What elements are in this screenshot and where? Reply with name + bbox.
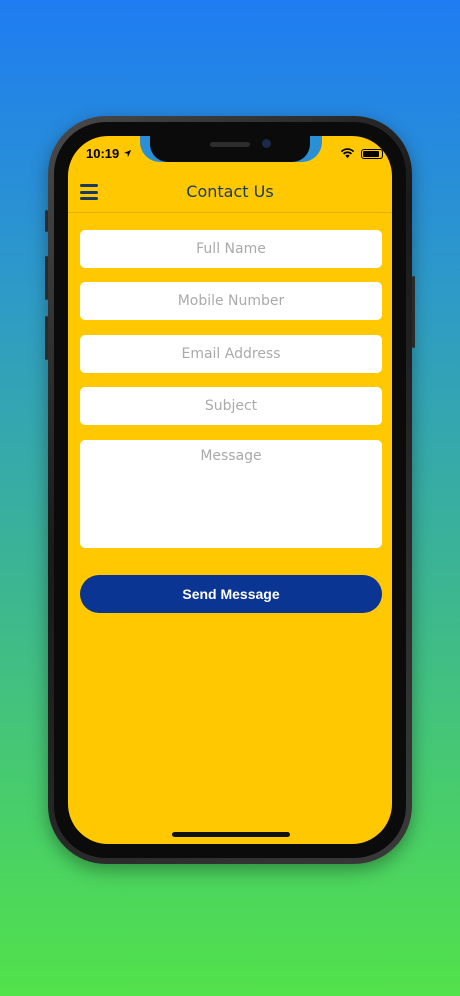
speaker-grille xyxy=(210,142,250,147)
status-time-text: 10:19 xyxy=(86,146,120,161)
app-header: Contact Us xyxy=(68,172,392,213)
volume-up-button xyxy=(45,256,48,300)
battery-icon xyxy=(361,148,383,159)
mute-switch xyxy=(45,210,48,232)
page-title: Contact Us xyxy=(186,182,274,201)
status-indicators xyxy=(340,148,383,159)
email-field[interactable] xyxy=(80,335,382,373)
status-time: 10:19 xyxy=(86,146,132,161)
mobile-number-field[interactable] xyxy=(80,282,382,320)
full-name-field[interactable] xyxy=(80,230,382,268)
subject-field[interactable] xyxy=(80,387,382,425)
volume-down-button xyxy=(45,316,48,360)
wifi-icon xyxy=(340,148,355,158)
home-indicator[interactable] xyxy=(172,832,290,837)
power-button xyxy=(412,276,415,348)
message-field[interactable] xyxy=(80,440,382,548)
send-message-button[interactable]: Send Message xyxy=(80,575,382,613)
notch xyxy=(150,136,310,162)
front-camera xyxy=(262,139,271,148)
location-arrow-icon xyxy=(123,149,131,158)
